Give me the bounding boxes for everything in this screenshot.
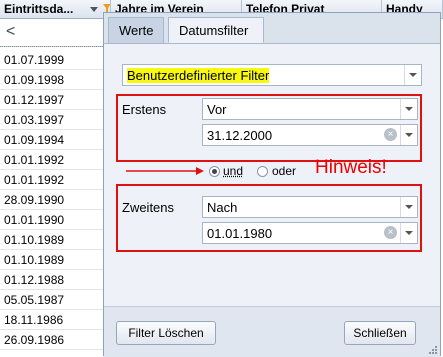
sort-dropdown-icon[interactable] — [90, 7, 98, 12]
radio-und-label[interactable]: und — [223, 164, 243, 178]
table-row[interactable]: 28.09.1990 — [0, 190, 103, 210]
table-row[interactable]: 01.01.1990 — [0, 210, 103, 230]
radio-oder-label[interactable]: oder — [272, 164, 296, 178]
resize-grip-icon[interactable] — [428, 345, 438, 355]
chevron-down-icon[interactable] — [400, 223, 417, 243]
filter-footer: Filter Löschen Schließen — [104, 306, 440, 357]
annotation-arrow-icon — [126, 167, 204, 175]
table-row[interactable]: 18.11.1986 — [0, 310, 103, 330]
radio-oder[interactable] — [257, 166, 268, 177]
filter-type-value: Benutzerdefinierter Filter — [127, 68, 270, 83]
first-condition-label: Erstens — [122, 102, 167, 117]
table-row[interactable]: 01.12.1988 — [0, 270, 103, 290]
second-operator-value: Nach — [207, 200, 238, 215]
clear-filter-button[interactable]: Filter Löschen — [116, 321, 216, 345]
filter-content: Benutzerdefinierter Filter Erstens Vor 3… — [104, 44, 440, 306]
second-date-value: 01.01.1980 — [207, 226, 273, 241]
table-row[interactable]: 01.03.1997 — [0, 110, 103, 130]
table-row[interactable]: 01.01.1992 — [0, 150, 103, 170]
clear-icon[interactable]: × — [384, 128, 397, 141]
filter-type-select[interactable]: Benutzerdefinierter Filter — [122, 64, 422, 86]
chevron-down-icon[interactable] — [400, 197, 417, 217]
table-row[interactable]: 01.09.1998 — [0, 70, 103, 90]
close-button[interactable]: Schließen — [344, 321, 416, 345]
table-row[interactable]: 01.12.1997 — [0, 90, 103, 110]
second-operator-select[interactable]: Nach — [202, 196, 418, 218]
divider — [0, 46, 103, 47]
table-row[interactable]: 26.09.1986 — [0, 330, 103, 350]
grid-nav-row: < — [0, 20, 103, 47]
chevron-down-icon[interactable] — [404, 65, 421, 85]
table-row[interactable]: 01.10.1989 — [0, 230, 103, 250]
table-row[interactable]: 01.07.1999 — [0, 50, 103, 70]
first-date-field[interactable]: 31.12.2000 × — [202, 124, 418, 146]
table-row[interactable]: 01.10.1989 — [0, 250, 103, 270]
first-date-value: 31.12.2000 — [207, 128, 273, 143]
column-header-eintrittsdatum[interactable]: Eintrittsda... — [0, 0, 111, 19]
tab-werte[interactable]: Werte — [108, 17, 165, 43]
scroll-left-button[interactable]: < — [6, 23, 15, 41]
annotation-hint: Hinweis! — [315, 157, 387, 178]
radio-und[interactable] — [209, 166, 220, 177]
column-header-label: Eintrittsda... — [4, 2, 74, 16]
date-filter-popup: Werte Datumsfilter Benutzerdefinierter F… — [103, 12, 441, 357]
table-row[interactable]: 05.05.1987 — [0, 290, 103, 310]
first-operator-value: Vor — [207, 102, 227, 117]
first-operator-select[interactable]: Vor — [202, 98, 418, 120]
table-row[interactable]: 01.01.1992 — [0, 170, 103, 190]
chevron-down-icon[interactable] — [400, 99, 417, 119]
second-date-field[interactable]: 01.01.1980 × — [202, 222, 418, 244]
chevron-down-icon[interactable] — [400, 125, 417, 145]
filter-tabbar: Werte Datumsfilter — [104, 13, 440, 44]
table-row[interactable]: 01.09.1994 — [0, 130, 103, 150]
second-condition-label: Zweitens — [122, 200, 175, 215]
clear-icon[interactable]: × — [384, 226, 397, 239]
tab-datumsfilter[interactable]: Datumsfilter — [168, 17, 264, 43]
